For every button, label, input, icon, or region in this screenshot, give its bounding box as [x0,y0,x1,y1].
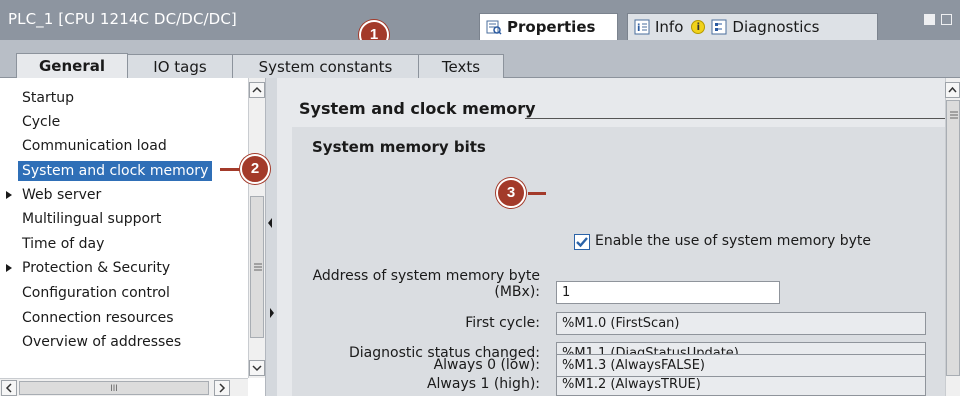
address-label: Address of system memory byte (MBx): [312,268,540,300]
nav-item-multilingual-support[interactable]: Multilingual support [0,207,161,231]
tab-diagnostics-label[interactable]: Diagnostics [732,18,819,36]
section-title: System and clock memory [299,99,536,118]
callout-3: 3 [496,178,526,208]
info-icon: i [634,19,650,35]
always-low-field: %M1.3 (AlwaysFALSE) [556,354,926,377]
nav-item-communication-load[interactable]: Communication load [0,134,167,158]
nav-item-startup[interactable]: Startup [0,86,74,110]
first-cycle-label: First cycle: [465,315,540,331]
nav-item-web-server[interactable]: Web server [0,183,101,207]
scroll-up-icon[interactable] [249,82,265,98]
scroll-down-icon[interactable] [249,360,265,376]
content-vscroll-thumb[interactable] [946,100,960,376]
panel-title-bar: PLC_1 [CPU 1214C DC/DC/DC] Properties i … [0,0,960,40]
tab-info-label: Info [655,18,684,36]
callout-2-line [220,168,240,171]
system-memory-address-input[interactable]: 1 [556,281,780,304]
window-controls [924,14,952,25]
callout-3-line [528,192,546,195]
nav-item-system-and-clock-memory[interactable]: System and clock memory [0,159,213,183]
nav-horizontal-scrollbar[interactable]: III [0,378,248,396]
tab-properties-label: Properties [507,18,596,36]
tab-info[interactable]: i Info i Diagnostics [627,13,878,40]
properties-icon [486,19,502,35]
nav-item-connection-resources[interactable]: Connection resources [0,306,174,330]
enable-system-memory-checkbox[interactable] [574,234,590,250]
nav-item-overview-of-addresses[interactable]: Overview of addresses [0,330,181,354]
nav-vertical-scrollbar[interactable] [248,78,265,378]
nav-item-cycle[interactable]: Cycle [0,110,60,134]
scroll-up-icon[interactable] [945,82,960,98]
nav-item-protection-security[interactable]: Protection & Security [0,256,170,280]
svg-text:i: i [637,23,640,34]
diagnostics-icon [711,19,727,35]
pane-splitter[interactable] [265,78,277,396]
inspector-tabstrip: General IO tags System constants Texts [0,40,960,78]
menu-icon[interactable] [941,14,952,25]
callout-2: 2 [240,154,270,184]
float-window-icon[interactable] [924,14,935,25]
tab-texts[interactable]: Texts [418,54,504,78]
expand-arrow-icon[interactable] [6,191,12,199]
scroll-left-icon[interactable] [1,380,17,396]
tab-system-constants[interactable]: System constants [232,54,419,78]
properties-content: System and clock memory System memory bi… [277,78,945,396]
always-low-label: Always 0 (low): [433,357,540,373]
first-cycle-field: %M1.0 (FirstScan) [556,312,926,335]
tab-general[interactable]: General [16,53,128,78]
info-badge-icon: i [691,20,706,34]
settings-navigation: Startup Cycle Communication load System … [0,78,248,396]
window-title: PLC_1 [CPU 1214C DC/DC/DC] [8,10,237,28]
content-vertical-scrollbar[interactable] [945,78,960,396]
section-divider [525,118,945,119]
expand-arrow-icon[interactable] [6,264,12,272]
nav-hscroll-thumb[interactable]: III [19,381,209,395]
scroll-right-icon[interactable] [214,380,230,396]
nav-vscroll-thumb[interactable] [250,196,264,338]
enable-system-memory-label[interactable]: Enable the use of system memory byte [595,233,871,249]
nav-item-time-of-day[interactable]: Time of day [0,232,104,256]
checkmark-icon [576,237,588,248]
tab-properties[interactable]: Properties [479,13,618,40]
always-high-label: Always 1 (high): [426,376,540,392]
nav-item-configuration-control[interactable]: Configuration control [0,281,170,305]
panel-title: System memory bits [312,138,486,156]
tab-io-tags[interactable]: IO tags [127,54,233,78]
